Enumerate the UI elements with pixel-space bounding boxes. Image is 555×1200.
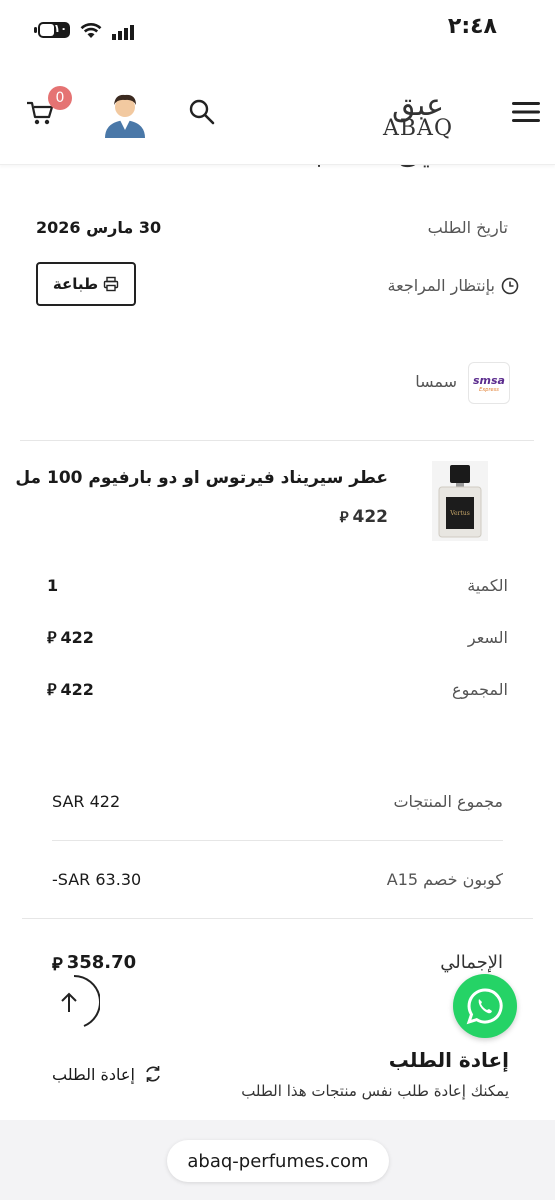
- whatsapp-button[interactable]: [453, 974, 517, 1038]
- clock-icon: [501, 277, 519, 295]
- product-image[interactable]: Vertus: [432, 461, 488, 541]
- products-total-label: مجموع المنتجات: [393, 792, 503, 811]
- riyal-icon: ⃁: [52, 954, 63, 975]
- section-divider: [20, 440, 534, 441]
- scroll-to-top-button[interactable]: [46, 974, 101, 1030]
- wifi-icon: [80, 22, 102, 40]
- whatsapp-icon: [465, 986, 505, 1026]
- reorder-button[interactable]: إعادة الطلب: [52, 1064, 163, 1084]
- reorder-title: إعادة الطلب: [388, 1048, 509, 1072]
- total-label: المجموع: [452, 680, 508, 699]
- order-status-text: بإنتظار المراجعة: [387, 276, 495, 295]
- total-value: 422 ⃁: [47, 680, 94, 699]
- shipping-company-name: سمسا: [415, 372, 457, 391]
- search-icon[interactable]: [188, 98, 216, 126]
- url-bar[interactable]: abaq-perfumes.com: [167, 1140, 389, 1182]
- order-status: بإنتظار المراجعة: [388, 276, 519, 295]
- printer-icon: [103, 276, 119, 292]
- grand-total-value: 358.70 ⃁: [52, 952, 137, 975]
- riyal-icon: ⃁: [47, 628, 57, 647]
- price-value: 422 ⃁: [47, 628, 94, 647]
- riyal-icon: ⃁: [339, 507, 349, 526]
- print-label: طباعة: [52, 275, 99, 293]
- products-total-value: SAR 422: [52, 792, 121, 811]
- order-date-value: 30 مارس 2026: [36, 218, 162, 237]
- price-label: السعر: [467, 628, 508, 647]
- status-time: ٢:٤٨: [447, 14, 497, 39]
- print-button[interactable]: طباعة: [36, 262, 136, 306]
- shipping-company-logo: smsa Express: [468, 362, 510, 404]
- product-price: 422 ⃁: [339, 507, 388, 527]
- refresh-icon: [143, 1064, 163, 1084]
- order-date-label: تاريخ الطلب: [427, 218, 508, 237]
- quantity-value: 1: [47, 576, 59, 595]
- avatar[interactable]: [103, 90, 147, 138]
- logo-english[interactable]: ABAQ: [383, 116, 453, 141]
- coupon-value: -SAR 63.30: [52, 870, 142, 889]
- summary-divider: [52, 840, 503, 841]
- cart-badge: 0: [48, 86, 72, 110]
- riyal-icon: ⃁: [47, 680, 57, 699]
- menu-icon[interactable]: [512, 100, 540, 124]
- product-name[interactable]: عطر سيريناد فيرتوس او دو بارفيوم 100 مل: [15, 468, 388, 488]
- site-header: [0, 66, 555, 165]
- battery-icon: ١٠: [38, 22, 70, 38]
- coupon-label: كوبون خصم A15: [386, 870, 503, 889]
- summary-divider-2: [22, 918, 533, 919]
- quantity-label: الكمية: [467, 576, 508, 595]
- reorder-button-label: إعادة الطلب: [52, 1064, 135, 1084]
- signal-icon: [112, 24, 138, 40]
- reorder-subtitle: يمكنك إعادة طلب نفس منتجات هذا الطلب: [241, 1082, 509, 1100]
- grand-total-label: الإجمالي: [440, 952, 503, 973]
